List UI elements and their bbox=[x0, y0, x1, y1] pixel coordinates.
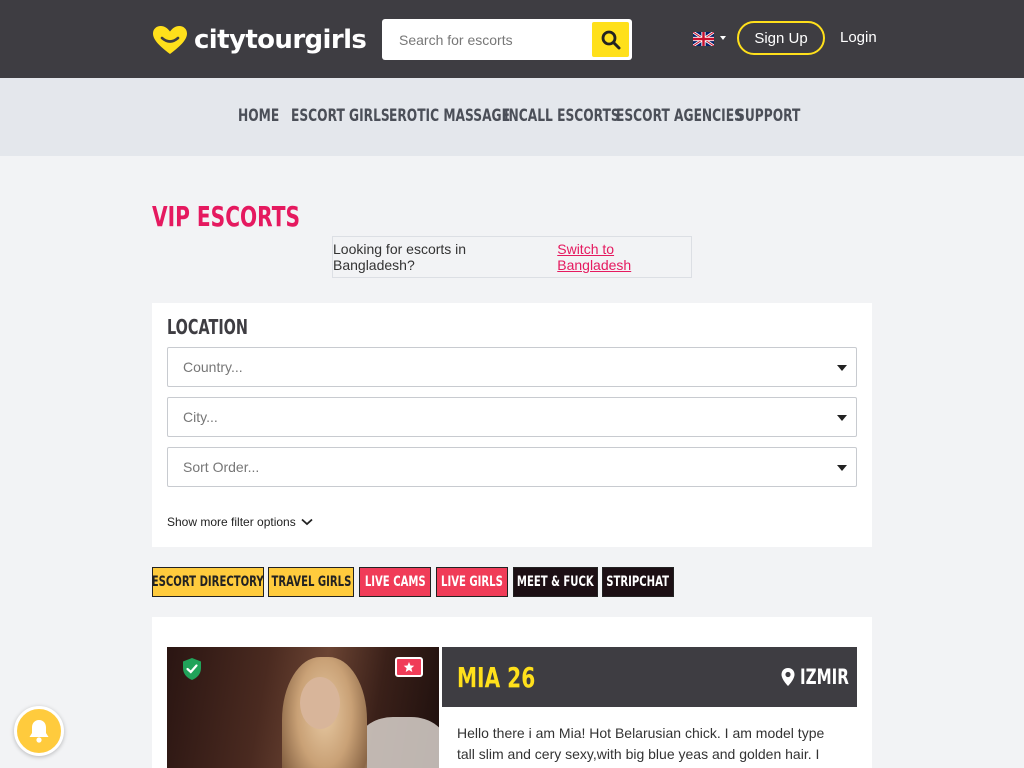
tag-travel-girls[interactable]: TRAVEL GIRLS bbox=[268, 567, 354, 597]
logo-text-girls: girls bbox=[304, 25, 367, 55]
listing-header: MIA 26 IZMIR bbox=[442, 647, 857, 707]
bell-icon bbox=[29, 720, 49, 743]
tag-label: STRIPCHAT bbox=[606, 574, 670, 590]
nav-escort-girls[interactable]: ESCORT GIRLS bbox=[291, 106, 390, 128]
country-select[interactable]: Country... bbox=[167, 347, 857, 387]
listing-card[interactable]: MIA 26 IZMIR Hello there i am Mia! Hot B… bbox=[152, 617, 872, 768]
site-logo[interactable]: citytourgirls bbox=[152, 24, 367, 56]
city-select-value: City... bbox=[183, 409, 218, 425]
map-pin-icon bbox=[781, 668, 795, 686]
tag-label: ESCORT DIRECTORY bbox=[152, 574, 264, 590]
tag-live-girls[interactable]: LIVE GIRLS bbox=[436, 567, 508, 597]
profile-photo[interactable] bbox=[167, 647, 439, 768]
nav-escort-agencies[interactable]: ESCORT AGENCIES bbox=[616, 106, 743, 128]
top-header: citytourgirls Sign Up Login bbox=[0, 0, 1024, 78]
tag-label: LIVE GIRLS bbox=[441, 574, 503, 590]
nav-incall-escorts[interactable]: INCALL ESCORTS bbox=[504, 106, 620, 128]
chevron-down-icon bbox=[837, 465, 847, 471]
chevron-down-icon bbox=[301, 518, 313, 526]
search-button[interactable] bbox=[592, 22, 629, 57]
show-more-filters-toggle[interactable]: Show more filter options bbox=[167, 515, 313, 529]
star-icon bbox=[403, 662, 415, 672]
logo-heart-icon bbox=[153, 26, 187, 54]
listing-location: IZMIR bbox=[780, 665, 849, 689]
logo-text-tour: tour bbox=[245, 25, 305, 55]
login-link[interactable]: Login bbox=[840, 29, 877, 46]
tag-live-cams[interactable]: LIVE CAMS bbox=[359, 567, 431, 597]
search-box bbox=[382, 19, 632, 60]
show-more-filters-label: Show more filter options bbox=[167, 515, 296, 529]
filter-title: LOCATION bbox=[167, 315, 248, 339]
search-input[interactable] bbox=[382, 19, 592, 60]
country-notice: Looking for escorts in Bangladesh? Switc… bbox=[332, 236, 692, 278]
tag-escort-directory[interactable]: ESCORT DIRECTORY bbox=[152, 567, 264, 597]
switch-country-link[interactable]: Switch to Bangladesh bbox=[557, 241, 691, 273]
notice-text: Looking for escorts in Bangladesh? bbox=[333, 241, 467, 273]
nav-erotic-massage[interactable]: EROTIC MASSAGE bbox=[389, 106, 510, 128]
uk-flag-icon[interactable] bbox=[693, 32, 714, 46]
city-select[interactable]: City... bbox=[167, 397, 857, 437]
listing-city: IZMIR bbox=[800, 665, 849, 689]
signup-button[interactable]: Sign Up bbox=[737, 21, 825, 55]
tag-stripchat[interactable]: STRIPCHAT bbox=[602, 567, 674, 597]
nav-support[interactable]: SUPPORT bbox=[736, 106, 800, 128]
notification-bell-button[interactable] bbox=[14, 706, 64, 756]
favorite-button[interactable] bbox=[395, 657, 423, 677]
chevron-down-icon bbox=[837, 365, 847, 371]
tag-label: LIVE CAMS bbox=[364, 574, 426, 590]
language-dropdown-caret-icon[interactable] bbox=[720, 36, 726, 40]
tag-label: TRAVEL GIRLS bbox=[271, 574, 351, 590]
page-title: VIP ESCORTS bbox=[152, 200, 301, 233]
search-icon bbox=[601, 30, 620, 49]
tag-label: MEET & FUCK bbox=[517, 574, 594, 590]
tag-meet-and-fuck[interactable]: MEET & FUCK bbox=[513, 567, 598, 597]
photo-face bbox=[300, 677, 340, 729]
filter-panel: LOCATION Country... City... Sort Order..… bbox=[152, 303, 872, 547]
sort-select-value: Sort Order... bbox=[183, 459, 260, 475]
verified-shield-icon bbox=[183, 658, 201, 680]
nav-home[interactable]: HOME bbox=[238, 106, 279, 128]
country-select-value: Country... bbox=[183, 359, 243, 375]
logo-text-city: city bbox=[194, 25, 246, 55]
sort-order-select[interactable]: Sort Order... bbox=[167, 447, 857, 487]
photo-pillow bbox=[357, 717, 439, 768]
listing-description: Hello there i am Mia! Hot Belarusian chi… bbox=[457, 725, 825, 768]
logo-text: citytourgirls bbox=[194, 25, 367, 55]
chevron-down-icon bbox=[837, 415, 847, 421]
listing-name[interactable]: MIA 26 bbox=[457, 661, 535, 694]
